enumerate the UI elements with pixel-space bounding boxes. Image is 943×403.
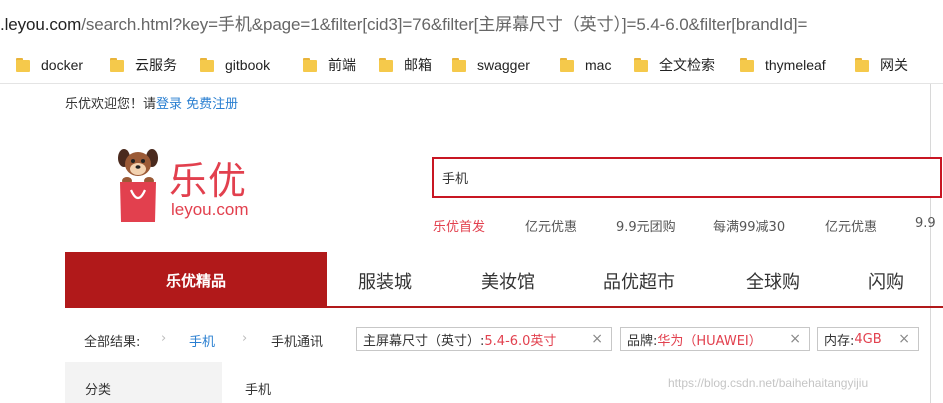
hotword-item[interactable]: 乐优首发 (433, 216, 485, 235)
register-link[interactable]: 免费注册 (186, 97, 238, 112)
close-icon[interactable]: × (591, 331, 603, 347)
bookmark-label: 网关 (880, 57, 908, 73)
filter-chip-value: 4GB (854, 331, 882, 347)
nav-item-clothing[interactable]: 服装城 (358, 268, 412, 294)
filter-chip-brand: 品牌: 华为（HUAWEI） × (620, 327, 810, 351)
bookmark-label: docker (41, 57, 84, 73)
folder-icon (200, 58, 214, 72)
bookmark-label: thymeleaf (765, 57, 826, 73)
bookmark-label: gitbook (225, 57, 271, 73)
folder-icon (634, 58, 648, 72)
nav-item-global[interactable]: 全球购 (746, 268, 800, 294)
folder-icon (16, 58, 30, 72)
filter-chip-screen-size: 主屏幕尺寸（英寸）: 5.4-6.0英寸 × (356, 327, 612, 351)
bookmark-gitbook[interactable]: gitbook (200, 55, 270, 75)
filter-chip-memory: 内存: 4GB × (817, 327, 919, 351)
breadcrumb-category-link[interactable]: 手机 (189, 331, 215, 350)
bookmark-thymeleaf[interactable]: thymeleaf (740, 55, 826, 75)
folder-icon (560, 58, 574, 72)
filter-chip-value: 华为（HUAWEI） (657, 333, 762, 349)
bookmark-gateway[interactable]: 网关 (855, 55, 908, 75)
filter-chip-value: 5.4-6.0英寸 (484, 333, 557, 349)
address-bar[interactable]: .leyou.com/search.html?key=手机&page=1&fil… (0, 0, 943, 46)
welcome-bar: 乐优欢迎您！请登录 免费注册 (65, 93, 238, 112)
search-input[interactable] (434, 159, 940, 196)
logo-chinese-text: 乐优 (169, 159, 248, 203)
nav-item-flash-sale[interactable]: 闪购 (868, 268, 904, 294)
bookmark-fulltext-search[interactable]: 全文检索 (634, 55, 715, 75)
filter-chip-label: 内存: (824, 333, 855, 349)
breadcrumb-separator: › (242, 331, 248, 346)
hotword-item[interactable]: 亿元优惠 (825, 216, 877, 235)
bookmark-cloud[interactable]: 云服务 (110, 55, 177, 75)
bookmark-label: 全文检索 (659, 57, 715, 73)
bookmarks-bar: docker 云服务 gitbook 前端 邮箱 swagger mac 全文检… (0, 46, 943, 84)
breadcrumb-separator: › (161, 331, 167, 346)
welcome-text: 乐优欢迎您！请 (65, 97, 157, 112)
nav-item-supermarket[interactable]: 品优超市 (603, 268, 675, 294)
category-label: 分类 (85, 383, 112, 398)
bookmark-label: swagger (477, 57, 530, 73)
url-text[interactable]: .leyou.com/search.html?key=手机&page=1&fil… (0, 10, 807, 35)
bookmark-label: mac (585, 57, 612, 73)
hotword-item[interactable]: 亿元优惠 (525, 216, 577, 235)
breadcrumb-all: 全部结果: (84, 335, 141, 350)
bookmark-swagger[interactable]: swagger (452, 55, 530, 75)
url-path: /search.html?key=手机&page=1&filter[cid3]=… (81, 15, 808, 34)
login-link[interactable]: 登录 (156, 97, 182, 112)
folder-icon (379, 58, 393, 72)
close-icon[interactable]: × (789, 331, 801, 347)
bookmark-docker[interactable]: docker (16, 55, 83, 75)
filter-chip-label: 品牌: (627, 333, 658, 349)
bookmark-label: 邮箱 (404, 57, 432, 73)
bookmark-label: 前端 (328, 57, 356, 73)
mascot-dog-icon (118, 149, 158, 222)
hotword-item[interactable]: 每满99减30 (713, 216, 785, 235)
url-host: .leyou.com (0, 15, 82, 34)
folder-icon (855, 58, 869, 72)
breadcrumb: 全部结果: › 手机 › 手机通讯 主屏幕尺寸（英寸）: 5.4-6.0英寸 × … (65, 318, 935, 362)
breadcrumb-subcategory: 手机通讯 (271, 335, 324, 350)
bookmark-mail[interactable]: 邮箱 (379, 55, 432, 75)
category-option[interactable]: 手机 (245, 379, 271, 398)
site-logo[interactable]: 乐优 leyou.com (117, 146, 277, 226)
filter-chip-label: 主屏幕尺寸（英寸）: (363, 333, 485, 349)
bookmark-mac[interactable]: mac (560, 55, 611, 75)
nav-featured-tab[interactable]: 乐优精品 (65, 252, 327, 308)
nav-item-beauty[interactable]: 美妆馆 (481, 268, 535, 294)
logo-domain-text: leyou.com (171, 200, 249, 219)
hotword-item[interactable]: 9.9元团购 (616, 216, 676, 235)
folder-icon (452, 58, 466, 72)
bookmark-frontend[interactable]: 前端 (303, 55, 356, 75)
close-icon[interactable]: × (898, 331, 910, 347)
search-box (432, 157, 942, 198)
bookmark-label: 云服务 (135, 57, 177, 73)
folder-icon (303, 58, 317, 72)
folder-icon (110, 58, 124, 72)
hotword-item[interactable]: 9.9 (915, 216, 936, 231)
folder-icon (740, 58, 754, 72)
watermark: https://blog.csdn.net/baihehaitangyijiu (668, 376, 869, 390)
